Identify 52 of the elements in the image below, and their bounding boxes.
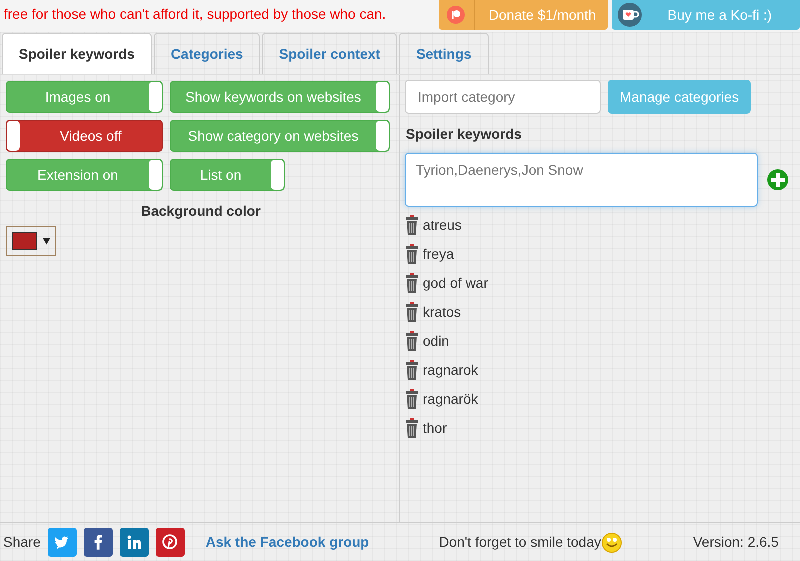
toggle-button[interactable]: Videos off xyxy=(6,120,163,152)
keywords-field[interactable]: Tyrion,Daenerys,Jon Snow xyxy=(405,153,758,207)
trash-icon[interactable] xyxy=(405,389,419,409)
keyword-text: freya xyxy=(423,244,454,264)
linkedin-share-button[interactable] xyxy=(120,528,149,556)
trash-icon[interactable] xyxy=(405,360,419,380)
pinterest-icon xyxy=(162,534,178,550)
trash-icon[interactable] xyxy=(405,215,419,235)
keyword-text: atreus xyxy=(423,216,462,234)
smile-text: Don't forget to smile today xyxy=(439,532,602,552)
toggle-button[interactable]: Show category on websites xyxy=(170,120,390,152)
keyword-text: thor xyxy=(423,418,448,438)
kofi-button[interactable]: Buy me a Ko-fi :) xyxy=(612,0,800,30)
tab[interactable]: Spoiler keywords xyxy=(2,33,152,74)
trash-icon[interactable] xyxy=(405,302,419,322)
section-heading: Background color xyxy=(140,202,262,221)
toggle-button[interactable]: Extension on xyxy=(6,159,163,191)
facebook-share-button[interactable] xyxy=(84,528,113,556)
banner-text: free for those who can't afford it, supported by those who can. xyxy=(3,4,386,24)
keyword-text: kratos xyxy=(423,302,462,322)
cup-icon xyxy=(618,3,642,27)
section-heading: Spoiler keywords xyxy=(406,125,523,144)
patreon-icon xyxy=(447,6,466,24)
twitter-share-button[interactable] xyxy=(48,528,77,556)
linkedin-icon xyxy=(126,534,142,550)
import-field[interactable]: Import category xyxy=(405,80,601,114)
manage-categories-button[interactable]: Manage categories xyxy=(608,80,752,114)
toggle-button[interactable]: Show keywords on websites xyxy=(170,81,390,113)
twitter-icon xyxy=(54,534,70,550)
tab[interactable]: Spoiler context xyxy=(262,33,398,74)
color-picker[interactable] xyxy=(6,226,56,256)
tab[interactable]: Settings xyxy=(399,33,489,74)
toggle-button[interactable]: Images on xyxy=(6,81,163,113)
caret-icon xyxy=(42,238,50,244)
smiley-icon xyxy=(601,531,624,553)
trash-icon[interactable] xyxy=(405,273,419,293)
keyword-text: odin xyxy=(423,332,450,350)
trash-icon[interactable] xyxy=(405,418,419,438)
keyword-text: ragnarok xyxy=(423,360,478,380)
add-icon[interactable] xyxy=(767,169,789,191)
facebook-icon xyxy=(94,534,103,550)
trash-icon[interactable] xyxy=(405,331,419,351)
facebook-group-link[interactable]: Ask the Facebook group xyxy=(206,532,370,552)
trash-icon[interactable] xyxy=(405,244,419,264)
keyword-text: ragnarök xyxy=(423,390,478,409)
toggle-button[interactable]: List on xyxy=(170,159,285,191)
donate-button[interactable]: Donate $1/month xyxy=(438,0,608,30)
keyword-text: god of war xyxy=(423,274,488,293)
version-text: Version: 2.6.5 xyxy=(693,532,779,552)
pinterest-share-button[interactable] xyxy=(156,528,185,556)
share-label: Share xyxy=(4,532,41,552)
tab[interactable]: Categories xyxy=(154,33,260,74)
